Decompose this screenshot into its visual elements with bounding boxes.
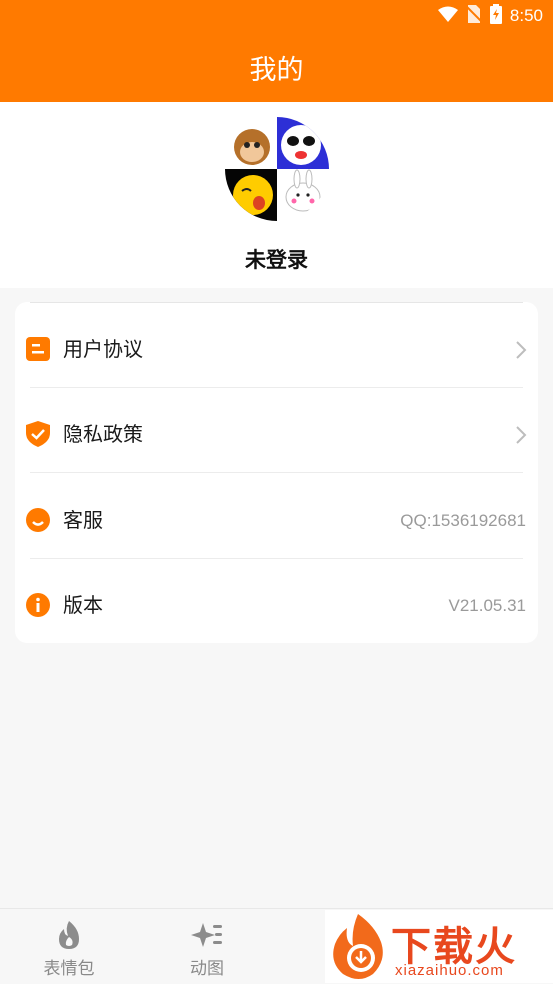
watermark-logo: 下载火 xiazaihuo.com: [325, 910, 553, 983]
divider: [30, 387, 523, 388]
shield-check-icon: [26, 421, 50, 447]
document-icon: [26, 337, 50, 361]
status-time: 8:50: [509, 6, 543, 25]
status-icons: 8:50: [437, 4, 543, 28]
menu-item-label: 版本: [63, 593, 103, 617]
info-icon: [26, 593, 50, 617]
menu-item-user-agreement[interactable]: 用户协议: [15, 307, 538, 392]
version-value: V21.05.31: [448, 596, 526, 615]
app-header: 我的: [0, 32, 553, 102]
menu-item-label: 用户协议: [63, 337, 143, 361]
page-title: 我的: [249, 54, 304, 86]
menu-item-version[interactable]: 版本 V21.05.31: [15, 563, 538, 648]
no-sim-icon: [465, 5, 483, 27]
settings-card: 用户协议 隐私政策 客服 QQ:1536192681 版本 V21.05.31: [15, 302, 538, 643]
chevron-right-icon: [514, 341, 528, 359]
divider: [30, 472, 523, 473]
watermark-url: xiazaihuo.com: [395, 962, 504, 979]
menu-item-customer-service[interactable]: 客服 QQ:1536192681: [15, 478, 538, 563]
smile-icon: [26, 508, 50, 532]
tab-gifs[interactable]: 动图: [138, 909, 276, 984]
customer-service-qq: QQ:1536192681: [400, 511, 526, 530]
menu-item-privacy-policy[interactable]: 隐私政策: [15, 392, 538, 477]
emoji-collage-avatar-icon: [225, 117, 329, 221]
card-top-divider: [30, 302, 523, 303]
tab-label: 表情包: [43, 959, 95, 979]
divider: [30, 558, 523, 559]
flame-icon: [53, 919, 85, 951]
profile-section: 未登录: [0, 102, 553, 288]
menu-item-label: 隐私政策: [63, 422, 143, 446]
tab-stickers[interactable]: 表情包: [0, 909, 138, 984]
flame-logo-icon: [333, 914, 383, 979]
avatar[interactable]: [225, 117, 329, 221]
menu-item-label: 客服: [63, 508, 103, 532]
battery-charging-icon: [489, 4, 502, 28]
login-status-label[interactable]: 未登录: [0, 244, 553, 274]
wifi-icon: [437, 6, 458, 26]
status-bar: 8:50: [0, 0, 553, 32]
tab-label: 动图: [190, 959, 224, 979]
sparkle-icon: [191, 919, 223, 951]
chevron-right-icon: [514, 426, 528, 444]
